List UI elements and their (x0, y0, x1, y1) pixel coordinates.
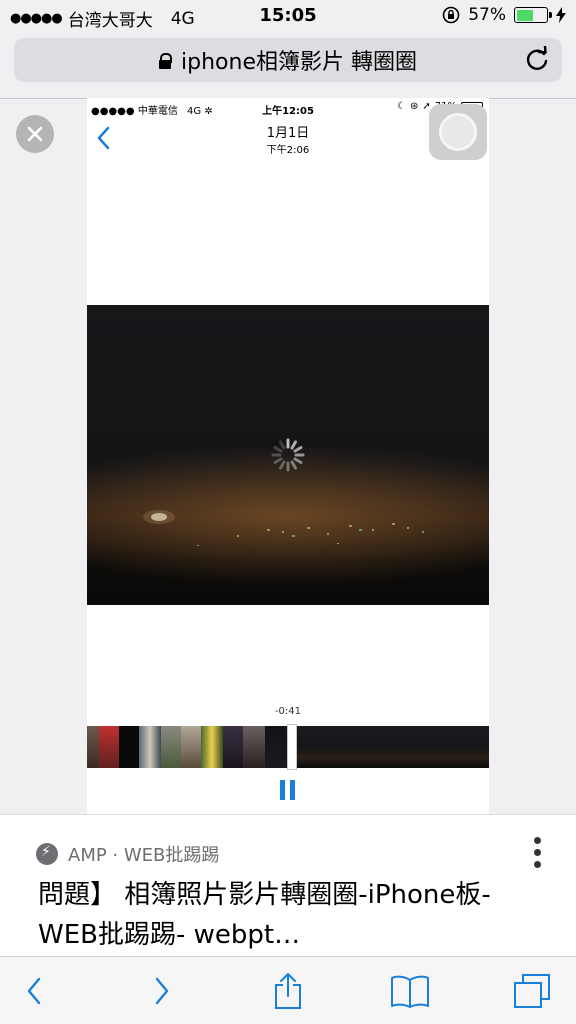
page-title: iphone相簿影片 轉圈圈 (181, 50, 417, 75)
city-lights (143, 510, 424, 546)
address-bar[interactable]: iphone相簿影片 轉圈圈 (14, 38, 562, 82)
thumbnail (289, 726, 489, 768)
result-title-link[interactable]: 問題】 相簿照片影片轉圈圈-iPhone板- WEB批踢踢- webpt… (38, 875, 538, 955)
tabs-icon (514, 974, 550, 1008)
scrubber-playhead (287, 724, 297, 770)
thumbnail (119, 726, 139, 768)
result-source-label: AMP · WEB批踢踢 (68, 845, 220, 866)
video-frame (87, 305, 489, 605)
thumbnail (139, 726, 161, 768)
battery-icon (514, 7, 552, 23)
book-icon (391, 975, 429, 1008)
more-options-icon[interactable] (534, 837, 542, 869)
search-result-card[interactable]: AMP · WEB批踢踢 問題】 相簿照片影片轉圈圈-iPhone板- WEB批… (0, 814, 576, 956)
battery-percent: 57% (468, 5, 506, 25)
thumbnail (243, 726, 265, 768)
assistive-touch-icon (429, 104, 487, 160)
share-icon (275, 973, 301, 1009)
rotation-lock-icon (442, 6, 460, 24)
thumbnail (201, 726, 223, 768)
thumbnail (181, 726, 201, 768)
battery-fill (516, 9, 534, 21)
result-source: AMP · WEB批踢踢 (36, 841, 219, 867)
moon-icon: ☾ (397, 101, 406, 112)
forward-chevron-icon (155, 977, 169, 1005)
thumbnail (99, 726, 119, 768)
loading-spinner-icon (271, 438, 305, 472)
pause-icon (280, 780, 295, 800)
close-icon (27, 126, 43, 142)
close-button[interactable] (16, 115, 54, 153)
charging-bolt-icon (556, 7, 566, 23)
back-button[interactable] (14, 971, 54, 1011)
reload-icon[interactable] (524, 46, 550, 72)
amp-lightning-icon (36, 843, 58, 865)
status-bar: ●●●●● 台湾大哥大 4G 15:05 57% (0, 0, 576, 34)
share-button[interactable] (268, 971, 308, 1011)
thumbnail (161, 726, 181, 768)
forward-button[interactable] (142, 971, 182, 1011)
thumbnail (223, 726, 243, 768)
inner-lock-icon: ⊛ (409, 101, 419, 112)
bottom-toolbar (0, 956, 576, 1024)
embedded-image: ●●●●● 中華電信 4G ✲ 上午12:05 ☾ ⊛ ➚ 71% 1月1日 下… (87, 98, 489, 814)
video-timecode: -0:41 (274, 706, 302, 717)
status-right: 57% (442, 5, 566, 25)
tabs-button[interactable] (512, 971, 552, 1011)
bookmarks-button[interactable] (390, 971, 430, 1011)
thumbnail (265, 726, 289, 768)
lock-icon (159, 53, 173, 69)
thumbnail (87, 726, 99, 768)
back-chevron-icon (27, 977, 41, 1005)
